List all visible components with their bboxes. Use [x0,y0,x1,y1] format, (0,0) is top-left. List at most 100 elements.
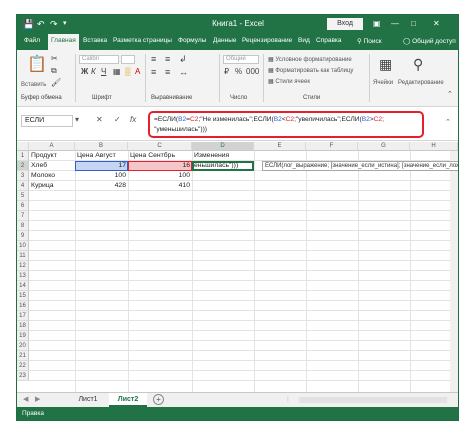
tab-help[interactable]: Справка [316,37,342,44]
bold-icon[interactable]: Ж [81,67,88,76]
borders-icon[interactable]: ▦ [113,67,121,76]
editing-icon[interactable]: ⚲ [413,56,423,73]
align-top-icon[interactable]: ≡ [151,54,156,64]
vertical-scrollbar[interactable] [450,151,458,392]
tab-review[interactable]: Рецензирование [242,37,292,44]
worksheet-grid[interactable]: A B C D E F G H 1 2 3 4 5 6 7 8 9 10 11 12 13 14 15 16 1… [17,142,458,392]
tab-formulas[interactable]: Формулы [178,37,206,44]
column-header-d[interactable]: D [192,142,254,151]
row-header-18[interactable]: 18 [17,321,29,331]
row-header-9[interactable]: 9 [17,231,29,241]
paste-label[interactable]: Вставить [21,82,46,88]
cells-icon[interactable]: ▦ [379,56,392,73]
cell-c4[interactable]: 410 [128,181,192,191]
row-header-7[interactable]: 7 [17,211,29,221]
sheet-prev-icon[interactable]: ◀ [23,395,28,403]
tab-file[interactable]: Файл [24,37,40,44]
row-header-12[interactable]: 12 [17,261,29,271]
tab-view[interactable]: Вид [298,37,310,44]
collapse-ribbon-icon[interactable]: ⌃ [447,90,453,98]
wrap-text-icon[interactable]: ↲ [179,54,187,65]
row-header-3[interactable]: 3 [17,171,29,181]
cell-b4[interactable]: 428 [75,181,128,191]
tab-split-handle[interactable]: ⋮ [285,396,291,403]
cell-c3[interactable]: 100 [128,171,192,181]
row-header-16[interactable]: 16 [17,301,29,311]
paste-icon[interactable]: 📋 [27,54,47,74]
cell-c2[interactable]: 16 [128,161,192,171]
minimize-icon[interactable]: — [391,18,399,30]
row-header-4[interactable]: 4 [17,181,29,191]
format-as-table-button[interactable]: ▦ Форматировать как таблицу [268,67,353,74]
format-painter-icon[interactable]: 🖌 [51,78,61,87]
tell-me-search[interactable]: ⚲ Поиск [357,37,382,45]
horizontal-scrollbar[interactable] [299,397,447,403]
close-icon[interactable]: ✕ [433,18,440,30]
row-header-23[interactable]: 23 [17,371,29,381]
merge-cells-icon[interactable]: ↔ [179,67,188,77]
select-all-corner[interactable] [17,142,29,151]
cell-a2[interactable]: Хлеб [29,161,49,171]
expand-formula-bar-icon[interactable]: ⌃ [445,118,451,126]
ribbon-display-icon[interactable]: ▣ [373,18,381,30]
row-header-2[interactable]: 2 [17,161,29,171]
currency-icon[interactable]: ₽ [224,67,229,76]
cell-a4[interactable]: Курица [29,181,56,191]
row-header-15[interactable]: 15 [17,291,29,301]
tab-data[interactable]: Данные [213,37,236,44]
column-header-a[interactable]: A [29,142,75,151]
row-header-11[interactable]: 11 [17,251,29,261]
italic-icon[interactable]: К [91,67,96,76]
name-box[interactable]: ЕСЛИ [21,115,73,127]
cell-b2[interactable]: 17 [75,161,128,171]
conditional-format-button[interactable]: ▦ Условное форматирование [268,56,352,63]
font-color-icon[interactable]: A [135,67,140,76]
sheet-next-icon[interactable]: ▶ [35,395,40,403]
name-box-dropdown-icon[interactable]: ▾ [75,115,79,124]
cell-b1[interactable]: Цена Август [75,151,118,161]
save-icon[interactable]: 💾 [23,18,34,30]
row-header-20[interactable]: 20 [17,341,29,351]
align-center-icon[interactable]: ≡ [165,67,170,77]
enter-formula-button[interactable]: ✓ [114,115,121,124]
tab-home[interactable]: Главная [48,34,79,50]
insert-function-button[interactable]: fx [130,115,136,124]
cell-b3[interactable]: 100 [75,171,128,181]
share-button[interactable]: ◯ Общий доступ [403,37,456,45]
align-middle-icon[interactable]: ≡ [165,54,170,64]
row-header-14[interactable]: 14 [17,281,29,291]
customize-qa-icon[interactable]: ▾ [63,18,67,30]
column-header-f[interactable]: F [306,142,358,151]
tab-insert[interactable]: Вставка [83,37,107,44]
percent-icon[interactable]: % [235,67,242,76]
number-format-box[interactable]: Общий [223,55,259,64]
row-header-21[interactable]: 21 [17,351,29,361]
column-header-e[interactable]: E [254,142,306,151]
redo-icon[interactable]: ↷ [50,18,58,30]
maximize-icon[interactable]: □ [411,18,416,30]
column-header-h[interactable]: H [410,142,458,151]
sheet-tab-2[interactable]: Лист2 [109,393,147,407]
row-header-10[interactable]: 10 [17,241,29,251]
row-header-22[interactable]: 22 [17,361,29,371]
fill-color-icon[interactable]: ▒ [125,67,131,76]
cell-c1[interactable]: Цена Сентбрь [128,151,177,161]
align-left-icon[interactable]: ≡ [151,67,156,77]
cells-label[interactable]: Ячейки [373,80,393,86]
row-header-13[interactable]: 13 [17,271,29,281]
row-header-8[interactable]: 8 [17,221,29,231]
login-button[interactable]: Вход [327,18,363,30]
font-name-box[interactable]: Calibri [79,55,119,64]
row-header-5[interactable]: 5 [17,191,29,201]
column-header-g[interactable]: G [358,142,410,151]
row-header-6[interactable]: 6 [17,201,29,211]
cell-a3[interactable]: Молоко [29,171,57,181]
copy-icon[interactable]: ⧉ [51,66,57,76]
cell-d2[interactable]: еньшилась"))) [192,161,240,171]
undo-icon[interactable]: ↶ [37,18,45,30]
editing-label[interactable]: Редактирование [398,80,444,86]
cell-d1[interactable]: Изменения [192,151,231,161]
column-header-b[interactable]: B [75,142,128,151]
tab-page-layout[interactable]: Разметка страницы [113,37,172,44]
cell-styles-button[interactable]: ▦ Стили ячеек [268,78,310,85]
